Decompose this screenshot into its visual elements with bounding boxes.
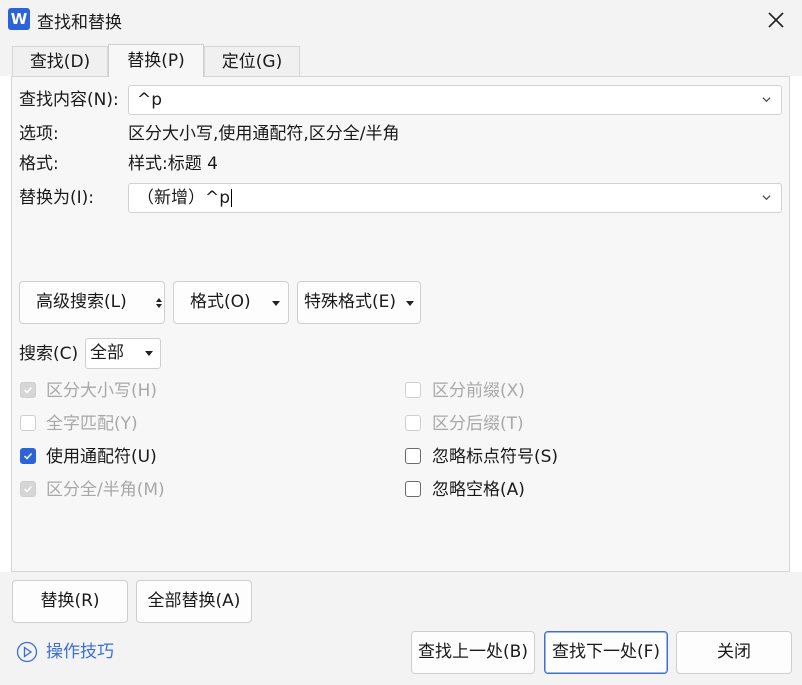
match-case-checkbox[interactable]	[20, 382, 36, 398]
find-value: ^p	[137, 90, 163, 110]
match-width-checkbox[interactable]	[20, 481, 36, 497]
special-format-button[interactable]: 特殊格式(E)	[297, 281, 421, 324]
tab-find[interactable]: 查找(D)	[12, 46, 108, 76]
check-icon	[23, 452, 33, 460]
search-label: 搜索(C)	[19, 344, 79, 364]
advanced-search-label: 高级搜索(L)	[36, 292, 127, 312]
search-scope-value: 全部	[90, 343, 124, 363]
text-caret	[231, 189, 233, 207]
dropdown-arrow-icon	[272, 301, 280, 306]
use-wildcards-checkbox[interactable]	[20, 448, 36, 464]
replace-label: 替换为(I):	[19, 188, 95, 208]
replace-input[interactable]: （新增）^p	[128, 183, 782, 213]
replace-button[interactable]: 替换(R)	[12, 580, 128, 623]
ignore-punctuation-label: 忽略标点符号(S)	[432, 447, 559, 467]
special-format-label: 特殊格式(E)	[304, 292, 397, 312]
ignore-spaces-label: 忽略空格(A)	[432, 480, 525, 500]
check-icon	[23, 485, 33, 493]
tab-replace[interactable]: 替换(P)	[108, 44, 204, 77]
close-icon[interactable]	[760, 4, 792, 36]
play-circle-icon[interactable]	[16, 641, 38, 663]
ignore-punctuation-checkbox[interactable]	[405, 448, 421, 464]
replace-all-button[interactable]: 全部替换(A)	[136, 580, 252, 623]
match-suffix-label: 区分后缀(T)	[432, 414, 524, 434]
chevron-down-icon[interactable]	[762, 193, 771, 202]
whole-word-checkbox[interactable]	[20, 415, 36, 431]
search-scope-select[interactable]: 全部	[85, 338, 161, 369]
wps-writer-icon: W	[8, 8, 30, 30]
window-title: 查找和替换	[37, 13, 122, 33]
replace-value: （新增）^p	[137, 188, 233, 208]
options-value: 区分大小写,使用通配符,区分全/半角	[128, 124, 400, 144]
close-button[interactable]: 关闭	[676, 631, 792, 674]
tips-link[interactable]: 操作技巧	[46, 639, 114, 665]
find-input[interactable]: ^p	[128, 85, 782, 115]
check-icon	[23, 386, 33, 394]
format-button-label: 格式(O)	[190, 292, 251, 312]
match-width-label: 区分全/半角(M)	[46, 480, 165, 500]
find-previous-button[interactable]: 查找上一处(B)	[411, 631, 535, 674]
match-prefix-label: 区分前缀(X)	[432, 381, 525, 401]
dropdown-arrow-icon	[406, 301, 414, 306]
format-label: 格式:	[19, 154, 59, 174]
advanced-search-button[interactable]: 高级搜索(L)	[19, 281, 165, 324]
find-next-button[interactable]: 查找下一处(F)	[544, 631, 668, 674]
options-label: 选项:	[19, 124, 59, 144]
format-button[interactable]: 格式(O)	[173, 281, 289, 324]
use-wildcards-label: 使用通配符(U)	[46, 447, 157, 467]
chevron-down-icon[interactable]	[762, 95, 771, 104]
whole-word-label: 全字匹配(Y)	[46, 414, 138, 434]
find-label: 查找内容(N):	[19, 90, 119, 110]
match-prefix-checkbox[interactable]	[405, 382, 421, 398]
collapse-arrows-icon	[156, 298, 162, 308]
format-value: 样式:标题 4	[128, 154, 218, 174]
ignore-spaces-checkbox[interactable]	[405, 481, 421, 497]
match-case-label: 区分大小写(H)	[46, 381, 158, 401]
dropdown-arrow-icon	[145, 351, 153, 356]
match-suffix-checkbox[interactable]	[405, 415, 421, 431]
tab-goto[interactable]: 定位(G)	[204, 46, 300, 76]
